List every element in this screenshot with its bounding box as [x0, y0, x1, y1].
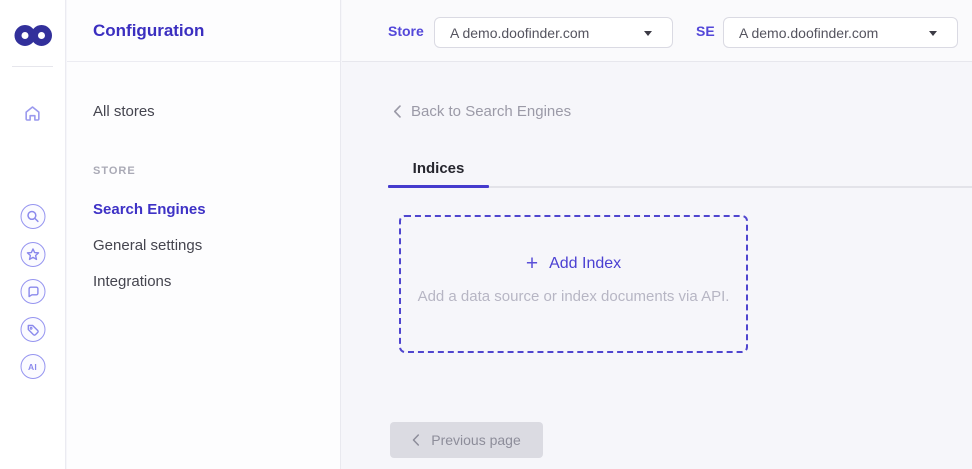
previous-page-label: Previous page	[431, 432, 521, 448]
add-index-action: + Add Index	[526, 253, 621, 274]
rail-divider	[12, 66, 53, 67]
search-icon[interactable]	[20, 204, 45, 229]
topbar: Store A demo.doofinder.com SE A demo.doo…	[342, 0, 972, 62]
sidebar-item-integrations[interactable]: Integrations	[67, 271, 340, 293]
chat-bubble-icon[interactable]	[20, 279, 45, 304]
search-engine-selector-label: SE	[696, 23, 715, 39]
search-engine-dropdown[interactable]: A demo.doofinder.com	[723, 17, 958, 48]
tag-icon[interactable]	[20, 317, 45, 342]
home-icon[interactable]	[22, 102, 44, 124]
search-engine-dropdown-value: A demo.doofinder.com	[739, 24, 879, 41]
add-index-card[interactable]: + Add Index Add a data source or index d…	[399, 215, 748, 353]
caret-down-icon	[644, 30, 652, 36]
store-dropdown[interactable]: A demo.doofinder.com	[434, 17, 673, 48]
sidebar-header: Configuration	[67, 0, 340, 62]
store-dropdown-value: A demo.doofinder.com	[450, 24, 590, 41]
ai-icon[interactable]: AI	[20, 354, 45, 379]
caret-down-icon	[929, 30, 937, 36]
tab-indices[interactable]: Indices	[388, 150, 489, 188]
configuration-sidebar: Configuration All stores STORE Search En…	[67, 0, 341, 469]
sidebar-item-search-engines[interactable]: Search Engines	[67, 199, 340, 221]
main-content: Store A demo.doofinder.com SE A demo.doo…	[342, 0, 972, 469]
chevron-left-icon	[412, 434, 420, 446]
previous-page-button[interactable]: Previous page	[390, 422, 543, 458]
doofinder-logo-icon[interactable]	[14, 24, 52, 47]
store-selector-label: Store	[388, 23, 424, 39]
chevron-left-icon	[393, 105, 401, 118]
ai-icon-label: AI	[27, 361, 38, 372]
page-title: Configuration	[93, 20, 205, 40]
icon-rail: AI	[0, 0, 66, 469]
add-index-description: Add a data source or index documents via…	[417, 288, 730, 305]
star-icon[interactable]	[20, 242, 45, 267]
sidebar-item-all-stores[interactable]: All stores	[67, 101, 340, 123]
sidebar-item-general-settings[interactable]: General settings	[67, 235, 340, 257]
plus-icon: +	[525, 252, 539, 275]
back-to-search-engines-link[interactable]: Back to Search Engines	[393, 103, 571, 120]
back-link-label: Back to Search Engines	[411, 103, 572, 120]
add-index-label: Add Index	[549, 254, 622, 272]
sidebar-section-store: STORE	[93, 165, 136, 177]
tab-bar: Indices	[388, 150, 972, 188]
